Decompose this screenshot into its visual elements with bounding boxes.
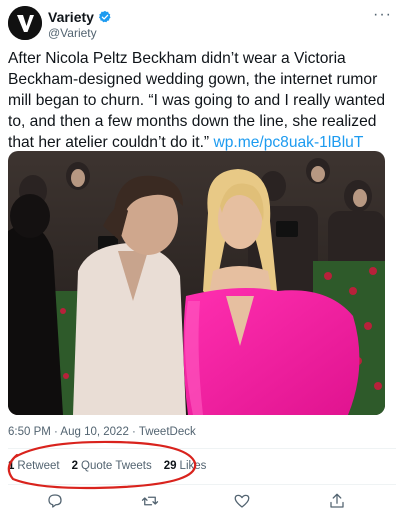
retweets-label: Retweet: [17, 460, 60, 472]
likes-label: Likes: [179, 460, 207, 472]
tweet-photo[interactable]: [8, 151, 385, 415]
couple-photo-image: [8, 151, 385, 415]
retweets-stat[interactable]: 1 Retweet: [8, 460, 60, 472]
likes-stat[interactable]: 29 Likes: [164, 460, 207, 472]
retweets-count: 1: [8, 460, 15, 472]
author-names: Variety @Variety: [48, 9, 112, 40]
likes-count: 29: [163, 460, 177, 472]
more-icon[interactable]: ···: [373, 6, 392, 24]
tweet-header: Variety @Variety ···: [8, 6, 396, 40]
retweet-icon[interactable]: [141, 492, 159, 510]
divider-top: [8, 448, 396, 449]
tweet-actions: [0, 490, 404, 512]
engagement-stats: 1 Retweet 2 Quote Tweets 29 Likes: [8, 460, 206, 472]
quote-tweets-stat[interactable]: 2 Quote Tweets: [72, 460, 152, 472]
reply-icon[interactable]: [46, 492, 64, 510]
tweet-link[interactable]: wp.me/pc8uak-1lBluT: [213, 134, 363, 151]
tweet-text: After Nicola Peltz Beckham didn’t wear a…: [8, 48, 396, 153]
author-display-name[interactable]: Variety: [48, 9, 94, 25]
author-handle[interactable]: @Variety: [48, 26, 112, 40]
quote-tweets-count: 2: [71, 460, 78, 472]
divider-bottom: [8, 484, 396, 485]
share-icon[interactable]: [328, 492, 346, 510]
like-icon[interactable]: [233, 492, 251, 510]
variety-logo-icon: [8, 6, 42, 40]
quote-tweets-label: Quote Tweets: [81, 460, 152, 472]
tweet-timestamp[interactable]: 6:50 PM · Aug 10, 2022 · TweetDeck: [8, 426, 196, 438]
verified-badge-icon: [98, 10, 111, 23]
avatar[interactable]: [8, 6, 42, 40]
